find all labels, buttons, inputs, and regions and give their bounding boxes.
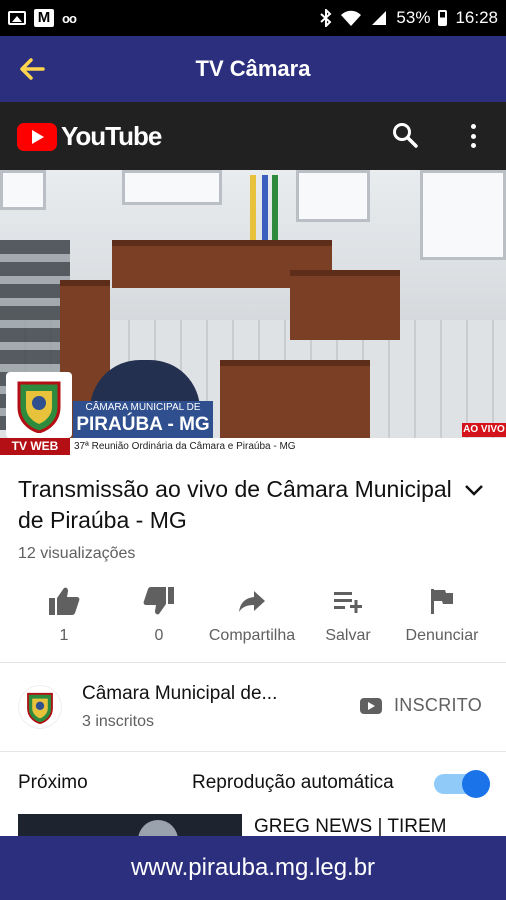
- window: [420, 170, 506, 260]
- status-bar: M oo 53% 16:28: [0, 0, 506, 36]
- search-icon[interactable]: [392, 122, 418, 148]
- arrow-left-icon: [20, 58, 45, 80]
- save-button[interactable]: Salvar: [298, 583, 398, 645]
- channel-name[interactable]: Câmara Municipal de...: [82, 683, 277, 705]
- app-bar: TV Câmara: [0, 36, 506, 102]
- live-badge: AO VIVO: [462, 423, 506, 437]
- add-to-playlist-icon: [334, 592, 362, 613]
- crest-icon: [17, 381, 61, 433]
- wifi-icon: [341, 10, 362, 26]
- youtube-header: YouTube: [0, 102, 506, 170]
- up-next-label: Próximo: [18, 772, 88, 793]
- report-button[interactable]: Denunciar: [392, 583, 492, 645]
- gallery-icon: [8, 11, 26, 25]
- youtube-wordmark: YouTube: [61, 121, 162, 151]
- subscriber-count: 3 inscritos: [82, 713, 155, 730]
- voicemail-icon: oo: [62, 10, 77, 26]
- window: [296, 170, 370, 222]
- like-button[interactable]: 1: [14, 583, 114, 645]
- flag-icon: [431, 589, 453, 614]
- thumbs-up-icon: [49, 587, 80, 615]
- window: [122, 170, 222, 205]
- youtube-play-icon: [17, 122, 57, 151]
- channel-avatar[interactable]: [18, 685, 62, 729]
- plaque-subtitle: CÂMARA MUNICIPAL DE: [85, 402, 201, 413]
- crest-icon: [27, 692, 53, 724]
- report-label: Denunciar: [405, 627, 479, 644]
- channel-row[interactable]: Câmara Municipal de... 3 inscritos INSCR…: [0, 665, 506, 751]
- share-icon: [239, 591, 265, 612]
- dislike-count: 0: [154, 627, 164, 644]
- tv-web-label: TV WEB: [0, 438, 70, 455]
- more-options-icon[interactable]: [468, 124, 478, 148]
- divider: [0, 662, 506, 663]
- battery-percent: 53%: [396, 8, 431, 27]
- youtube-small-icon: [360, 697, 382, 714]
- next-video-title[interactable]: GREG NEWS | TIREM: [254, 816, 447, 838]
- battery-icon: [438, 10, 448, 26]
- video-player[interactable]: CÂMARA MUNICIPAL DE PIRAÚBA - MG AO VIVO…: [0, 170, 506, 455]
- window: [0, 170, 46, 210]
- like-count: 1: [59, 627, 69, 644]
- share-label: Compartilha: [208, 627, 296, 644]
- divider: [0, 751, 506, 752]
- council-desk: [290, 270, 400, 340]
- page-title: TV Câmara: [195, 56, 311, 81]
- back-button[interactable]: [16, 54, 48, 84]
- youtube-logo[interactable]: YouTube: [17, 121, 162, 152]
- view-count: 12 visualizações: [18, 545, 136, 562]
- dislike-button[interactable]: 0: [109, 583, 209, 645]
- plaque-title: PIRAÚBA - MG: [76, 414, 210, 435]
- thumbs-down-icon: [143, 587, 174, 615]
- subscribed-button[interactable]: INSCRITO: [360, 695, 482, 716]
- video-title: Transmissão ao vivo de Câmara Municipal …: [18, 476, 452, 533]
- footer-url[interactable]: www.pirauba.mg.leg.br: [0, 836, 506, 900]
- autoplay-toggle[interactable]: [434, 768, 490, 798]
- chevron-down-icon[interactable]: [462, 480, 486, 500]
- share-button[interactable]: Compartilha: [202, 583, 302, 645]
- chamber-plaque: CÂMARA MUNICIPAL DE PIRAÚBA - MG: [73, 401, 213, 438]
- m-icon: M: [34, 9, 54, 27]
- news-ticker: 37ª Reunião Ordinária da Câmara e Piraúb…: [70, 438, 506, 455]
- bluetooth-icon: [320, 9, 332, 27]
- action-bar: 1 0 Compartilha Salvar Denunciar: [0, 583, 506, 653]
- autoplay-label: Reprodução automática: [192, 772, 394, 793]
- clock: 16:28: [455, 8, 498, 27]
- chamber-logo: [6, 372, 72, 438]
- subscribed-label: INSCRITO: [394, 695, 483, 715]
- save-label: Salvar: [325, 627, 371, 644]
- signal-icon: [372, 11, 387, 25]
